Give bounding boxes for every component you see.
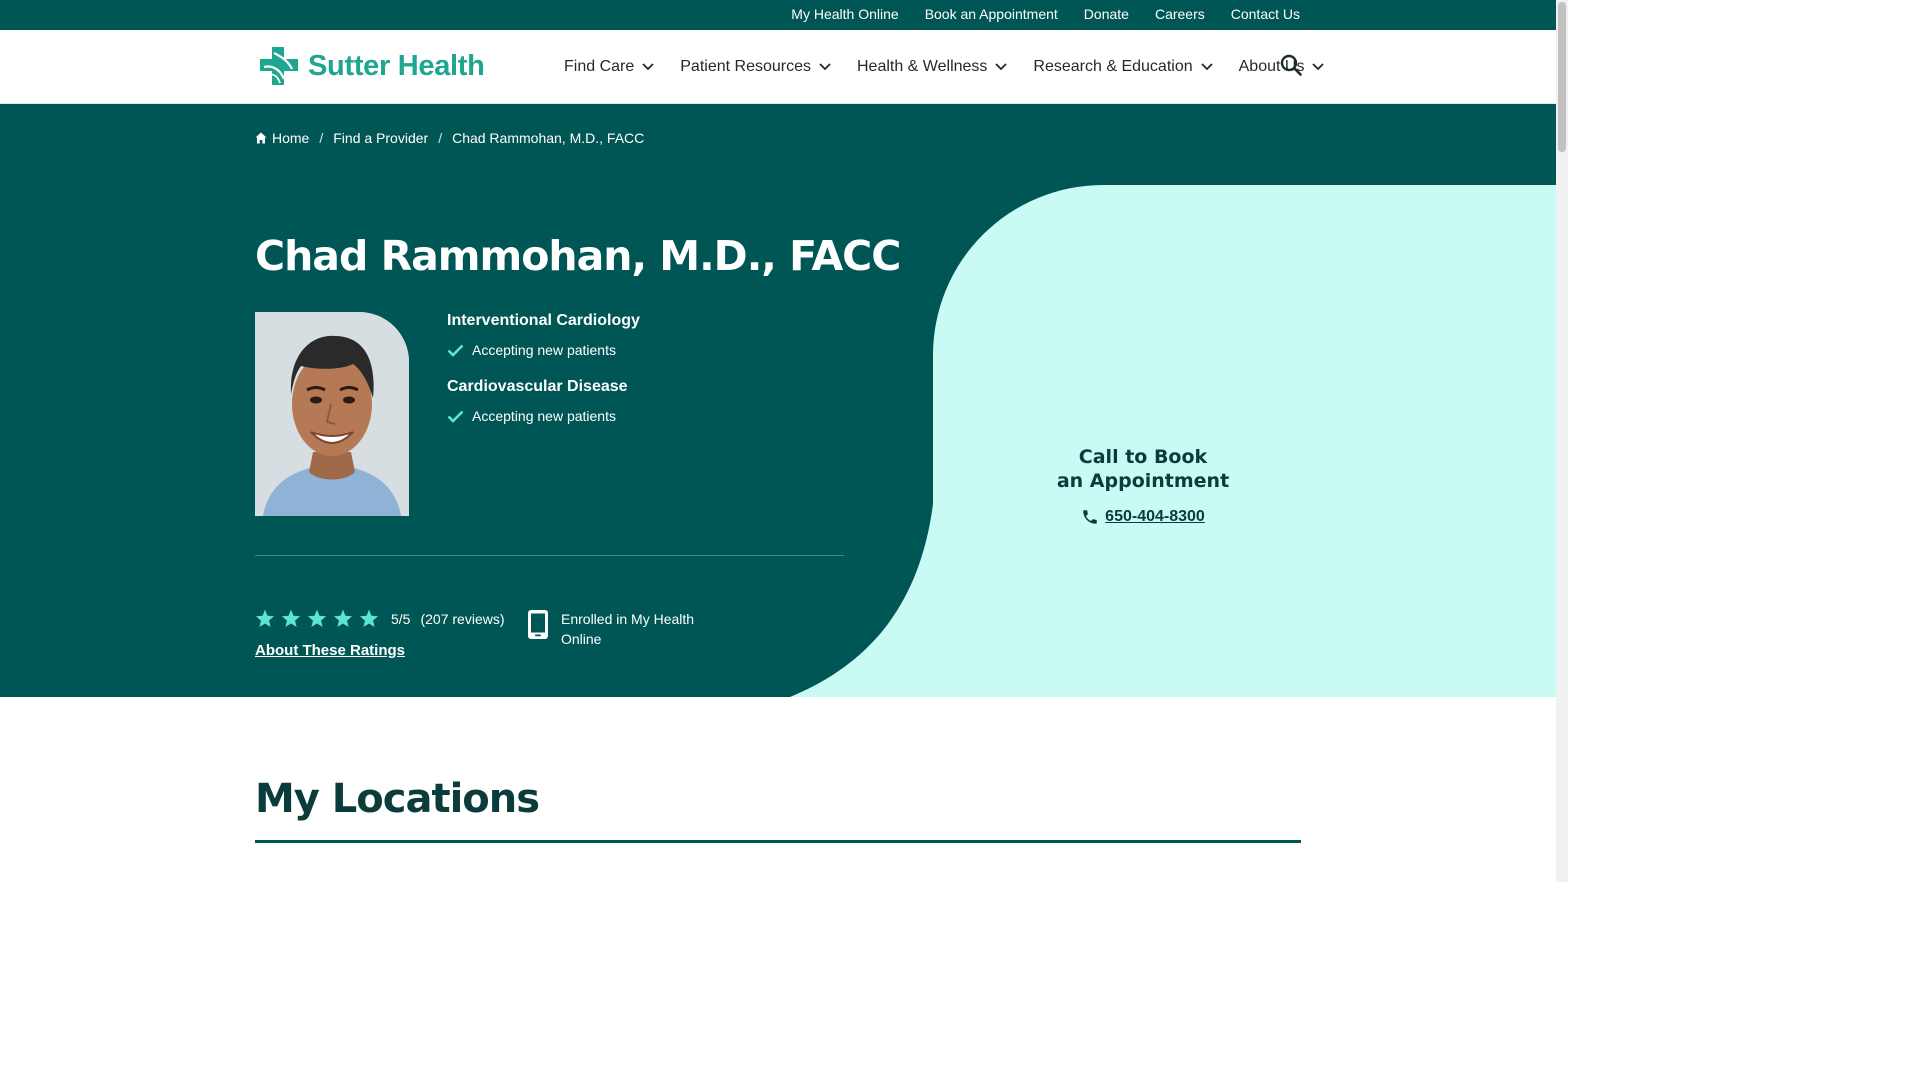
utility-link-careers[interactable]: Careers: [1155, 6, 1205, 22]
logo-text: Sutter Health: [308, 49, 485, 82]
accepting-status: Accepting new patients: [447, 342, 640, 358]
check-icon: [447, 410, 464, 423]
star-icon: [255, 609, 275, 628]
provider-name: Chad Rammohan, M.D., FACC: [255, 232, 901, 280]
breadcrumb-separator: /: [319, 130, 324, 146]
booking-phone-link[interactable]: 650-404-8300: [1105, 508, 1205, 526]
utility-link-book-appointment[interactable]: Book an Appointment: [925, 6, 1058, 22]
utility-link-donate[interactable]: Donate: [1084, 6, 1129, 22]
search-button[interactable]: [1280, 54, 1302, 76]
chevron-down-icon: [995, 63, 1008, 71]
nav-label: Patient Resources: [680, 58, 811, 75]
chevron-down-icon: [819, 63, 831, 71]
specialty-title: Interventional Cardiology: [447, 312, 640, 329]
breadcrumb-separator: /: [438, 130, 443, 146]
provider-portrait: [255, 312, 409, 516]
accepting-status: Accepting new patients: [447, 408, 640, 424]
star-icon: [359, 609, 379, 628]
utility-bar: My Health Online Book an Appointment Don…: [0, 0, 1556, 30]
booking-title-line2: an Appointment: [1056, 470, 1230, 492]
rating-row: 5/5 (207 reviews): [255, 609, 505, 628]
specialty-item: Interventional Cardiology Accepting new …: [447, 312, 640, 358]
phone-icon: [1083, 510, 1097, 524]
nav-label: Find Care: [564, 58, 635, 75]
search-icon: [1280, 54, 1302, 76]
specialty-title: Cardiovascular Disease: [447, 378, 628, 395]
scrollbar-thumb[interactable]: [1558, 2, 1566, 152]
chevron-down-icon: [1312, 63, 1325, 71]
utility-link-contact-us[interactable]: Contact Us: [1231, 6, 1300, 22]
rating-reviews: (207 reviews): [420, 610, 505, 627]
check-icon: [447, 344, 464, 357]
breadcrumb: Home / Find a Provider / Chad Rammohan, …: [255, 130, 644, 146]
star-icon: [333, 609, 353, 628]
utility-link-my-health-online[interactable]: My Health Online: [791, 6, 898, 22]
breadcrumb-current: Chad Rammohan, M.D., FACC: [452, 130, 645, 146]
booking-phone: 650-404-8300: [933, 508, 1353, 526]
nav-label: Health & Wellness: [856, 58, 988, 75]
nav-patient-resources[interactable]: Patient Resources: [680, 58, 831, 76]
site-header: Sutter Health Find Care Patient Resource…: [0, 30, 1556, 104]
chevron-down-icon: [1200, 63, 1213, 71]
provider-hero: Home / Find a Provider / Chad Rammohan, …: [0, 104, 1556, 697]
booking-title-line1: Call to Book: [1078, 446, 1208, 468]
hero-curve-decoration: [790, 504, 933, 697]
star-icon: [281, 609, 301, 628]
breadcrumb-find-provider[interactable]: Find a Provider: [333, 130, 428, 146]
page-scrollbar[interactable]: [1556, 0, 1568, 882]
main-nav: Find Care Patient Resources Health & Wel…: [564, 30, 1325, 104]
sutter-health-logo[interactable]: Sutter Health: [258, 45, 485, 87]
locations-title: My Locations: [255, 776, 540, 822]
rating-score: 5/5: [391, 610, 411, 627]
nav-label: Research & Education: [1033, 58, 1193, 75]
about-ratings-link[interactable]: About These Ratings: [255, 642, 405, 659]
locations-divider: [255, 840, 1301, 843]
booking-panel: Call to Book an Appointment 650-404-8300: [933, 185, 1556, 697]
nav-research-education[interactable]: Research & Education: [1033, 58, 1213, 76]
star-rating: [255, 609, 379, 628]
breadcrumb-home[interactable]: Home: [255, 130, 309, 146]
accepting-label: Accepting new patients: [472, 342, 616, 358]
star-icon: [307, 609, 327, 628]
nav-health-wellness[interactable]: Health & Wellness: [856, 58, 1008, 76]
enrolled-block: Enrolled in My Health Online: [527, 609, 701, 649]
specialty-list: Interventional Cardiology Accepting new …: [447, 312, 640, 444]
home-icon: [255, 132, 267, 144]
specialty-item: Cardiovascular Disease Accepting new pat…: [447, 378, 640, 424]
utility-nav: My Health Online Book an Appointment Don…: [791, 0, 1300, 30]
cross-logo-icon: [260, 47, 298, 85]
mobile-phone-icon: [528, 610, 548, 639]
booking-title: Call to Book an Appointment: [933, 445, 1353, 493]
ratings-block: 5/5 (207 reviews) About These Ratings: [255, 609, 505, 660]
provider-photo: [255, 312, 409, 516]
breadcrumb-home-label: Home: [272, 130, 310, 146]
accepting-label: Accepting new patients: [472, 408, 616, 424]
nav-find-care[interactable]: Find Care: [564, 58, 654, 76]
chevron-down-icon: [642, 63, 654, 71]
